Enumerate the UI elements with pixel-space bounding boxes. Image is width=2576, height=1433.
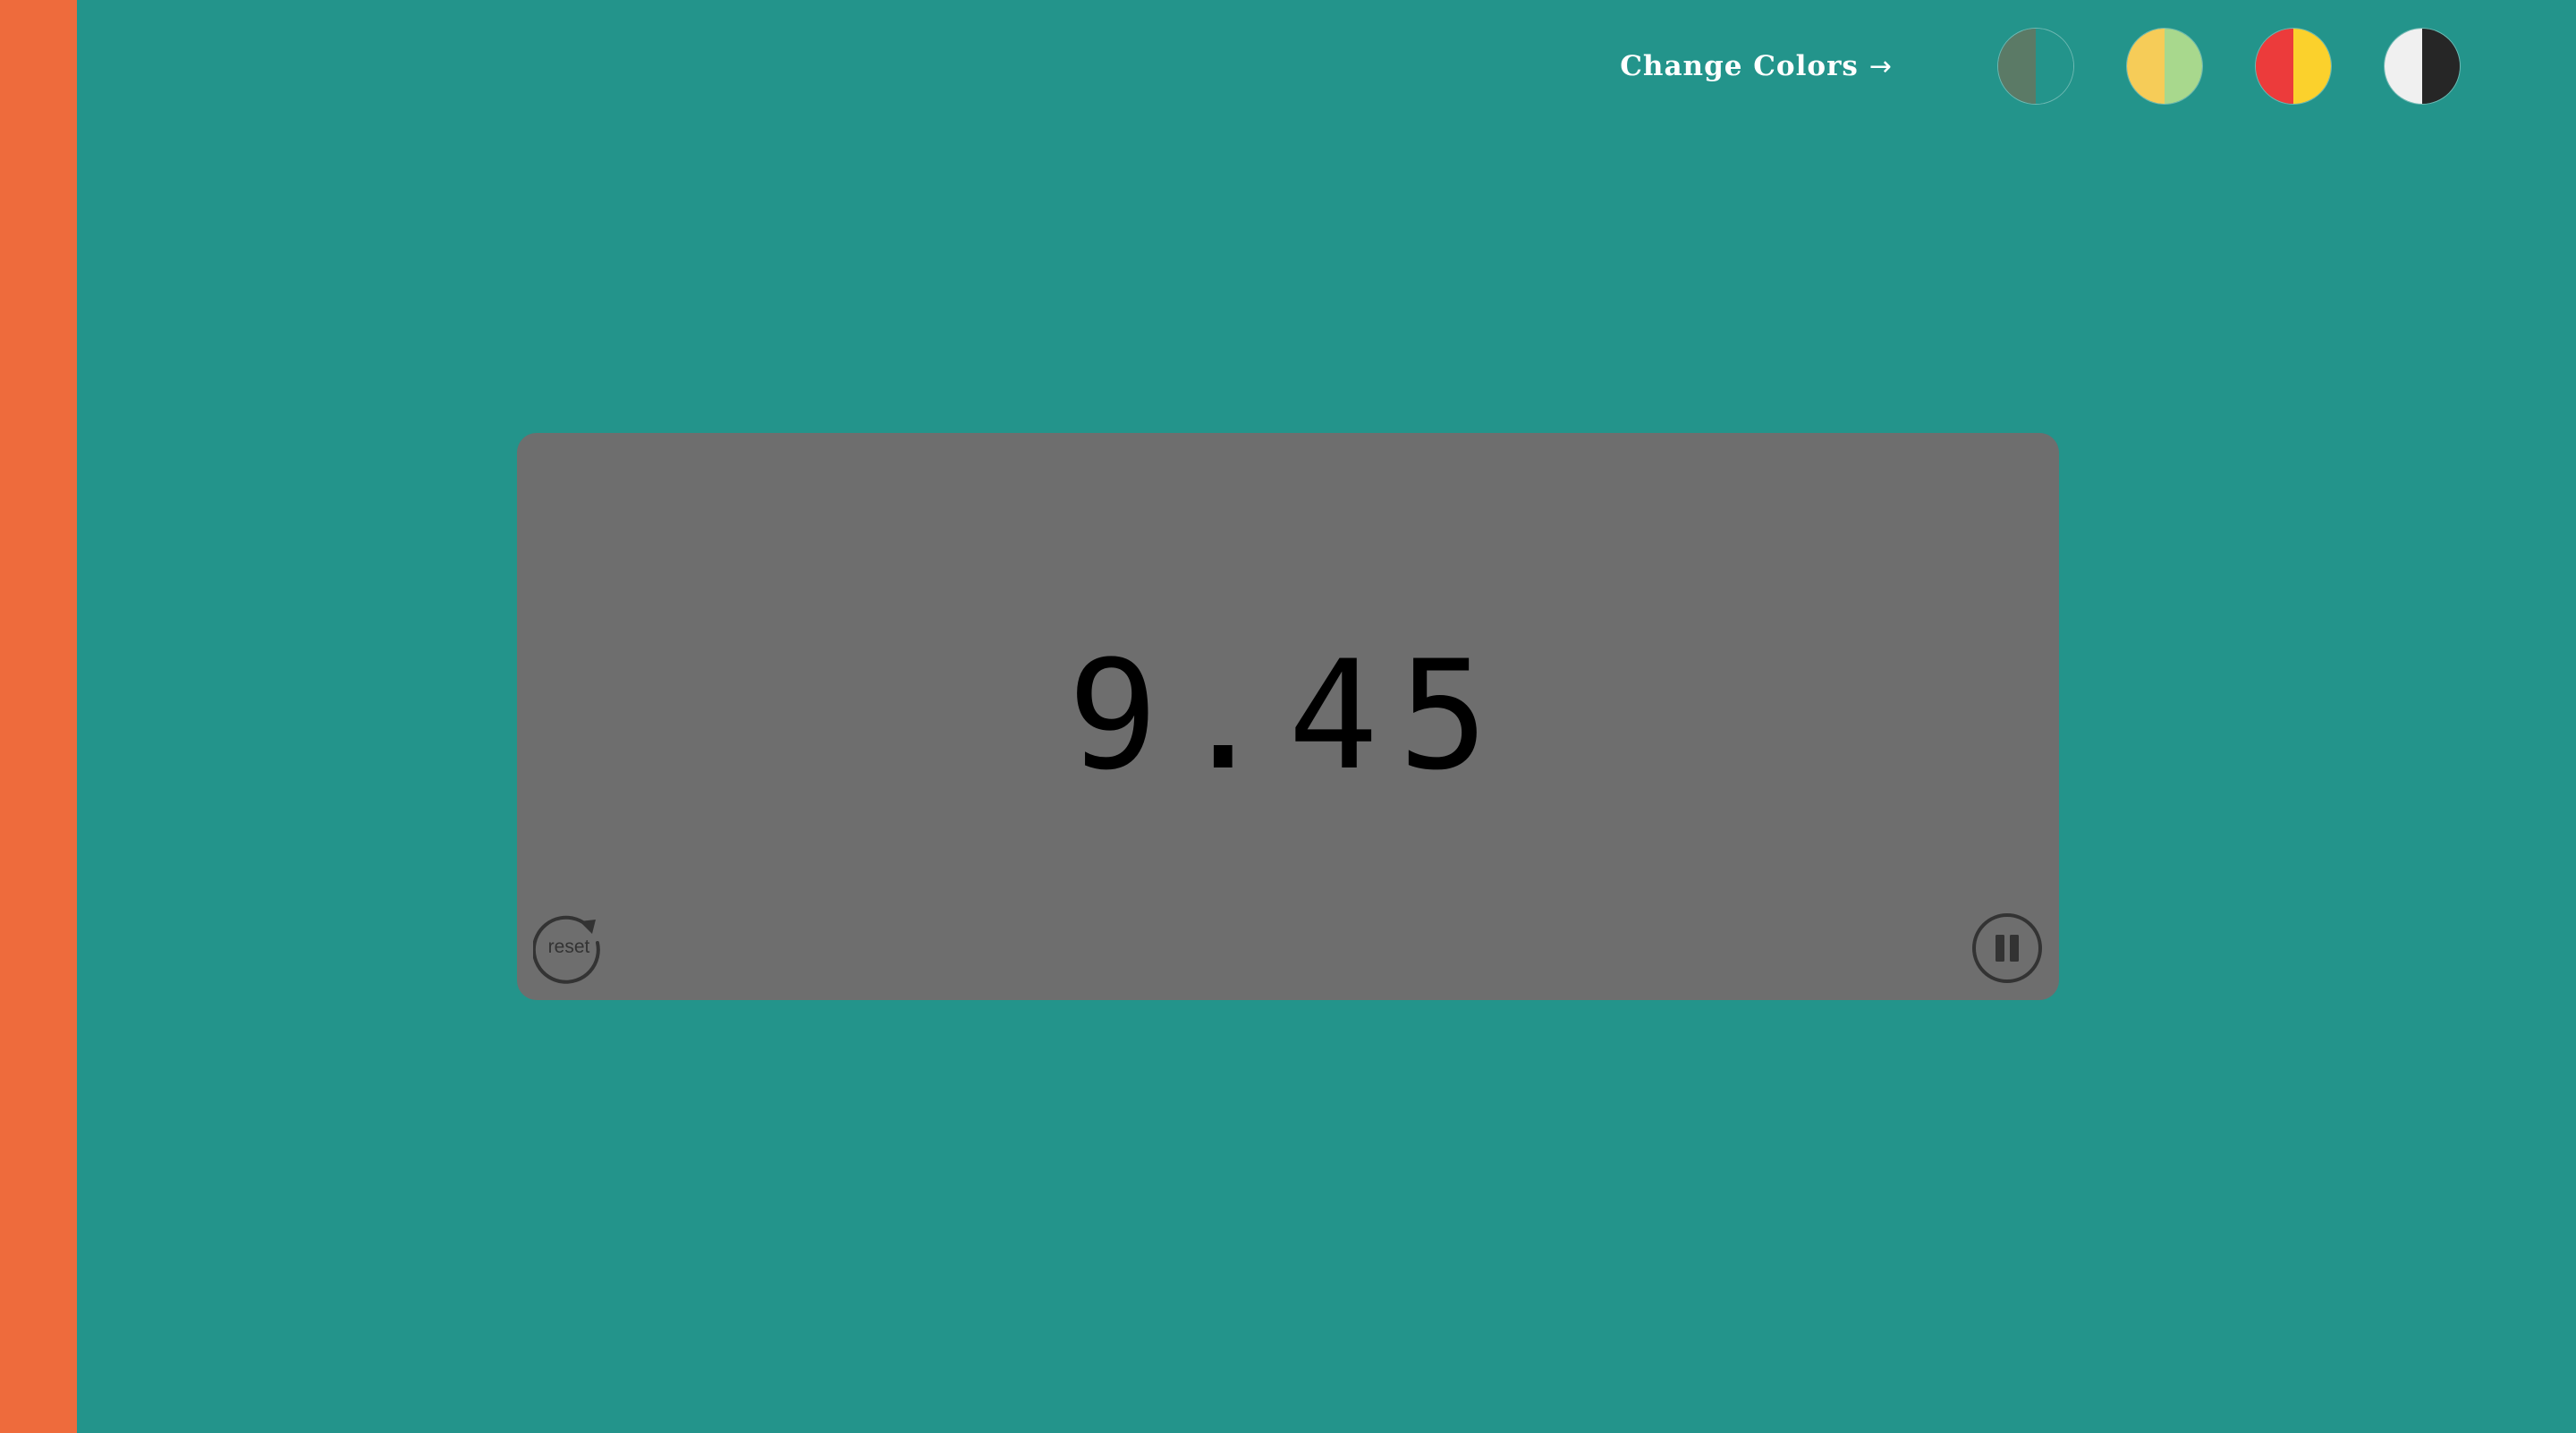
pause-icon: [1972, 913, 2042, 983]
swatch-left: [1998, 29, 2036, 104]
theme-swatch-white-black[interactable]: [2385, 29, 2460, 104]
change-colors-text: Change Colors: [1620, 50, 1859, 82]
theme-swatch-yellow-green[interactable]: [2127, 29, 2202, 104]
swatch-right: [2036, 29, 2073, 104]
timer-display: 9.45: [1067, 628, 1509, 803]
swatch-left: [2127, 29, 2165, 104]
theme-toolbar: Change Colors →: [1620, 25, 2460, 107]
app-background: Change Colors → 9.45 reset: [0, 0, 2576, 1433]
pause-button[interactable]: [1971, 912, 2043, 984]
swatch-right: [2293, 29, 2331, 104]
reset-label: reset: [547, 937, 590, 957]
reset-button[interactable]: reset: [531, 912, 605, 984]
change-colors-label: Change Colors →: [1620, 50, 1893, 82]
progress-bar: [0, 0, 77, 1433]
swatch-right: [2165, 29, 2202, 104]
arrow-right-icon: →: [1868, 50, 1893, 82]
swatch-right: [2422, 29, 2460, 104]
theme-swatch-red-yellow[interactable]: [2256, 29, 2331, 104]
swatch-left: [2256, 29, 2293, 104]
theme-swatch-teal-green[interactable]: [1998, 29, 2073, 104]
timer-card: 9.45 reset: [517, 433, 2059, 1000]
swatch-left: [2385, 29, 2422, 104]
